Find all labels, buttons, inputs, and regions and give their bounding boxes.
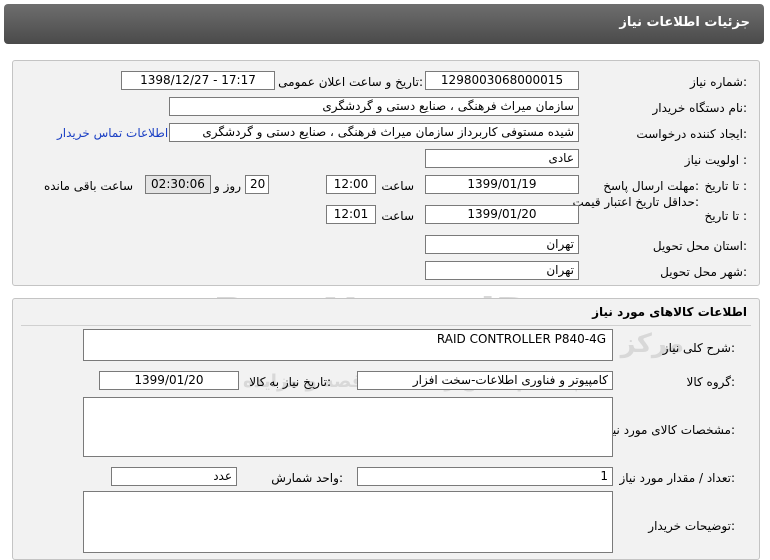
announce-label: تاریخ و ساعت اعلان عمومی:	[278, 75, 423, 89]
summary-text: RAID CONTROLLER P840-4G	[436, 332, 606, 346]
need-date-field[interactable]: 1399/01/20	[99, 371, 239, 390]
summary-field[interactable]: RAID CONTROLLER P840-4G	[83, 329, 613, 361]
need-number-field[interactable]: 1298003068000015	[425, 71, 579, 90]
need-number-label: شماره نیاز:	[689, 75, 747, 89]
days-label: روز و	[214, 179, 241, 193]
qty-label: تعداد / مقدار مورد نیاز:	[619, 471, 735, 485]
buyer-org-label: نام دستگاه خریدار:	[652, 101, 748, 115]
goods-info-panel: مرکز فراوری اطلاعات پارس نماد داده ها پی…	[12, 298, 760, 560]
countdown-timer: 02:30:06	[145, 175, 211, 194]
days-field[interactable]: 20	[245, 175, 269, 194]
province-field[interactable]: تهران	[425, 235, 579, 254]
page-title: جزئیات اطلاعات نیاز	[619, 15, 750, 30]
validity-date-field[interactable]: 1399/01/20	[425, 205, 579, 224]
buyer-org-field[interactable]: سازمان میراث فرهنگی ، صنایع دستی و گردشگ…	[169, 97, 579, 116]
validity-time-field[interactable]: 12:01	[326, 205, 376, 224]
city-field[interactable]: تهران	[425, 261, 579, 280]
summary-label: شرح کلی نیاز:	[662, 341, 735, 355]
deadline-label: مهلت ارسال پاسخ:	[603, 179, 699, 193]
validity-label: حداقل تاریخ اعتبار قیمت:	[572, 195, 699, 209]
deadline-date-field[interactable]: 1399/01/19	[425, 175, 579, 194]
priority-label: اولویت نیاز :	[684, 153, 747, 167]
validity-to-date-label: تا تاریخ :	[704, 209, 747, 223]
unit-field[interactable]: عدد	[111, 467, 237, 486]
province-label: استان محل تحویل:	[652, 239, 747, 253]
deadline-time-field[interactable]: 12:00	[326, 175, 376, 194]
specs-field[interactable]	[83, 397, 613, 457]
deadline-time-label: ساعت	[381, 179, 414, 193]
buyer-notes-field[interactable]	[83, 491, 613, 553]
need-info-panel: ParsNamadData شماره نیاز: 12980030680000…	[12, 60, 760, 340]
goods-group-label: گروه کالا:	[686, 375, 736, 389]
buyer-notes-label: توضیحات خریدار:	[648, 519, 735, 533]
creator-field[interactable]: شیده مستوفی کاربرداز سازمان میراث فرهنگی…	[169, 123, 579, 142]
unit-label: واحد شمارش:	[271, 471, 343, 485]
city-label: شهر محل تحویل:	[660, 265, 747, 279]
priority-field[interactable]: عادی	[425, 149, 579, 168]
page-header: جزئیات اطلاعات نیاز	[4, 4, 764, 44]
need-date-label: تاریخ نیاز به کالا:	[249, 375, 331, 389]
goods-group-field[interactable]: کامپیوتر و فناوری اطلاعات-سخت افزار	[357, 371, 613, 390]
qty-field[interactable]: 1	[357, 467, 613, 486]
specs-label: مشخصات کالای مورد نیاز:	[603, 423, 735, 437]
deadline-to-date-label: تا تاریخ :	[704, 179, 747, 193]
creator-label: ایجاد کننده درخواست:	[636, 127, 747, 141]
goods-section-title: اطلاعات کالاهای مورد نیاز	[592, 305, 747, 319]
announce-field[interactable]: 1398/12/27 - 17:17	[121, 71, 275, 90]
validity-time-label: ساعت	[381, 209, 414, 223]
remaining-label: ساعت باقی مانده	[43, 179, 133, 193]
section-divider	[21, 325, 751, 326]
buyer-contact-link[interactable]: اطلاعات تماس خریدار	[57, 126, 168, 140]
